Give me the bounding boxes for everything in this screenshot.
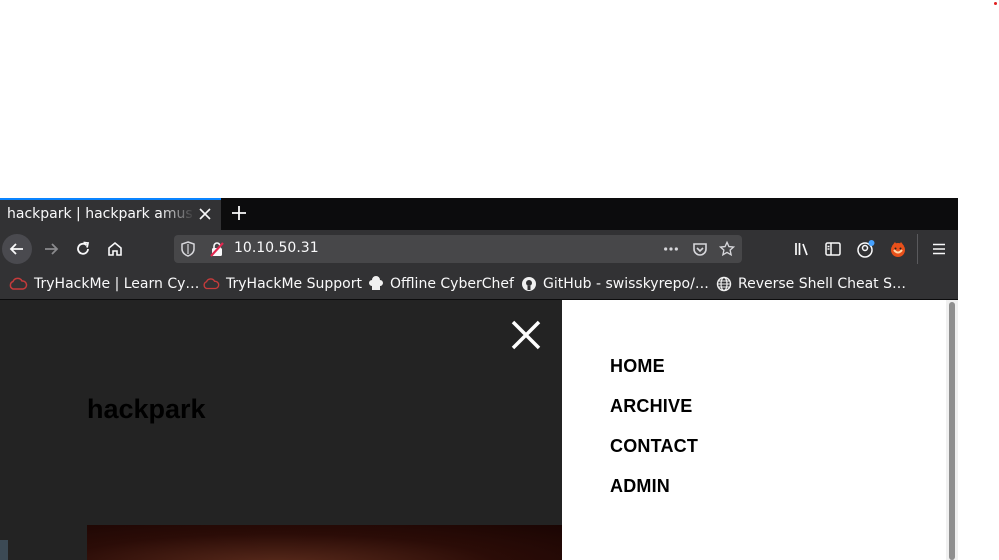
hamburger-icon — [933, 243, 945, 255]
new-tab-icon[interactable] — [229, 203, 249, 223]
bookmark-item[interactable]: GitHub - swisskyrepo/… — [521, 274, 709, 294]
scrollbar[interactable] — [946, 300, 958, 560]
tab-strip: hackpark | hackpark amusement park — [0, 198, 958, 230]
reload-icon — [77, 241, 90, 255]
github-icon — [522, 277, 536, 291]
library-icon — [795, 243, 808, 256]
bookmark-star-icon[interactable] — [719, 240, 735, 257]
library-button[interactable] — [787, 234, 817, 264]
reload-button[interactable] — [68, 234, 98, 264]
url-bar[interactable]: 10.10.50.31 — [174, 235, 742, 263]
tryhackme-icon — [203, 278, 220, 290]
chef-hat-icon — [369, 276, 383, 290]
back-arrow-icon — [9, 243, 23, 255]
shield-icon[interactable] — [180, 241, 196, 257]
close-menu-icon[interactable] — [508, 317, 544, 353]
forward-button[interactable] — [36, 234, 66, 264]
account-button[interactable] — [851, 234, 881, 264]
menu-item-admin[interactable]: ADMIN — [610, 476, 670, 497]
back-button[interactable] — [2, 234, 32, 264]
menu-item-contact[interactable]: CONTACT — [610, 436, 698, 457]
nav-menu-panel: HOME ARCHIVE CONTACT ADMIN — [562, 300, 958, 560]
bookmark-label: Reverse Shell Cheat S… — [738, 276, 906, 292]
toolbar-divider — [917, 234, 918, 264]
bookmark-label: TryHackMe Support — [226, 276, 362, 292]
tryhackme-icon — [9, 277, 28, 290]
url-text[interactable]: 10.10.50.31 — [234, 240, 319, 256]
red-dot — [994, 2, 997, 5]
forward-arrow-icon — [45, 243, 59, 255]
account-icon — [857, 240, 875, 258]
site-title[interactable]: hackpark — [87, 394, 206, 425]
page-actions-icon[interactable] — [663, 241, 679, 257]
sidebar-button[interactable] — [818, 234, 848, 264]
scrollbar-thumb[interactable] — [949, 302, 955, 560]
page-content: hackpark HOME ARCHIVE CONTACT ADMIN — [0, 300, 958, 560]
globe-icon — [716, 276, 732, 292]
bookmark-label: GitHub - swisskyrepo/… — [543, 276, 709, 292]
bookmark-item[interactable]: TryHackMe Support — [202, 274, 362, 294]
tab-close-icon[interactable] — [197, 206, 213, 222]
bookmark-item[interactable]: TryHackMe | Learn Cy… — [8, 274, 199, 294]
tab-title-fade — [160, 200, 195, 230]
sidebar-icon — [825, 242, 841, 256]
home-icon — [108, 241, 122, 256]
menu-item-archive[interactable]: ARCHIVE — [610, 396, 692, 417]
navigation-toolbar: 10.10.50.31 — [0, 230, 958, 268]
bookmark-item[interactable]: Reverse Shell Cheat S… — [716, 274, 906, 294]
bookmarks-toolbar: TryHackMe | Learn Cy… TryHackMe Support … — [0, 268, 958, 300]
page-edge-element — [0, 540, 8, 560]
home-button[interactable] — [100, 234, 130, 264]
extension-button[interactable] — [883, 234, 913, 264]
browser-window: hackpark | hackpark amusement park — [0, 198, 958, 560]
active-tab[interactable]: hackpark | hackpark amusement park — [0, 198, 221, 230]
hero-image — [87, 525, 562, 560]
extension-fox-icon — [891, 242, 905, 257]
bookmark-item[interactable]: Offline CyberChef — [368, 274, 514, 294]
bookmark-label: TryHackMe | Learn Cy… — [34, 276, 200, 292]
insecure-lock-icon[interactable] — [209, 241, 225, 257]
menu-item-home[interactable]: HOME — [610, 356, 665, 377]
bookmark-label: Offline CyberChef — [390, 276, 514, 292]
menu-button[interactable] — [924, 234, 954, 264]
pocket-icon[interactable] — [692, 241, 708, 257]
